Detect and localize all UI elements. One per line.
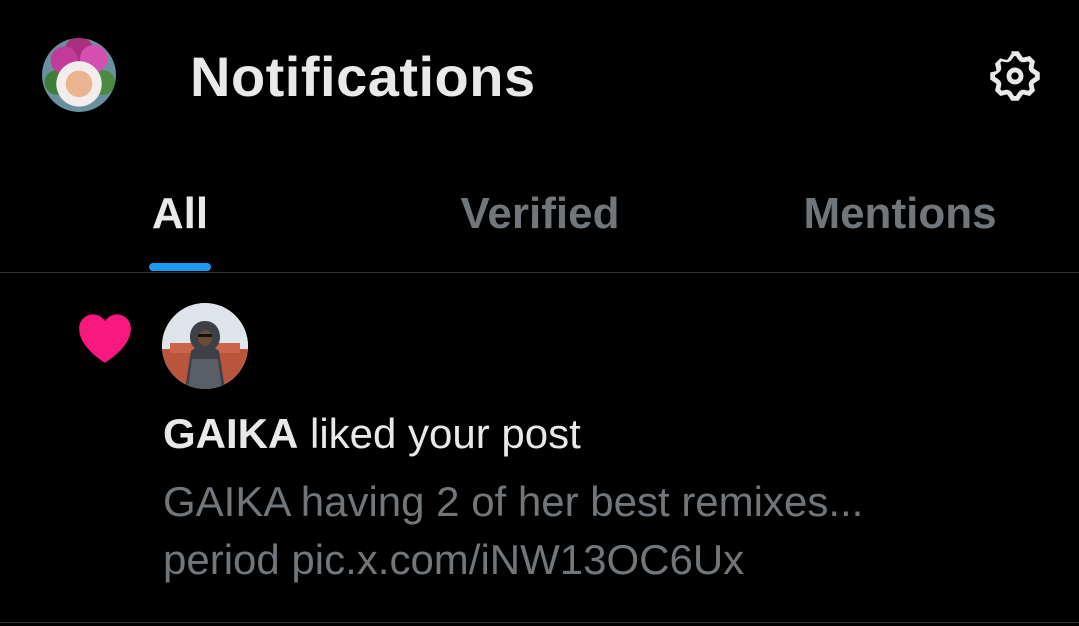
action-text: liked your post	[298, 410, 581, 457]
notification-item[interactable]: GAIKA liked your post GAIKA having 2 of …	[0, 273, 1079, 622]
post-preview-line: GAIKA having 2 of her best remixes...	[163, 478, 864, 525]
user-avatar[interactable]	[162, 303, 248, 389]
page-title: Notifications	[190, 45, 536, 108]
header-bar: Notifications	[0, 0, 1079, 150]
divider	[0, 622, 1079, 623]
avatar-photo	[162, 303, 248, 389]
gear-icon	[990, 51, 1040, 101]
notification-title: GAIKA liked your post	[163, 409, 581, 459]
heart-icon	[79, 314, 131, 363]
notification-tabs: All Verified Mentions	[0, 150, 1079, 272]
tab-mentions[interactable]: Mentions	[770, 188, 1030, 240]
tab-verified[interactable]: Verified	[420, 188, 660, 240]
active-tab-indicator	[149, 263, 211, 271]
profile-avatar[interactable]	[42, 38, 116, 112]
post-preview[interactable]: GAIKA having 2 of her best remixes... pe…	[163, 473, 1043, 589]
user-name[interactable]: GAIKA	[163, 410, 298, 457]
settings-button[interactable]	[986, 47, 1044, 105]
post-preview-line: period pic.x.com/iNW13OC6Ux	[163, 536, 745, 583]
tab-all[interactable]: All	[120, 188, 240, 240]
